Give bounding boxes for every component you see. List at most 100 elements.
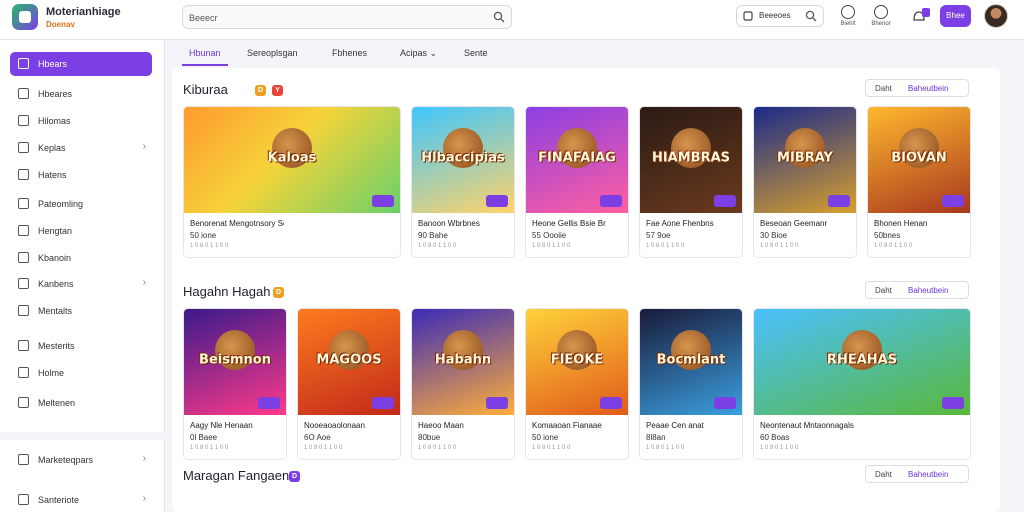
sidebar-item[interactable]: Pateomling (10, 192, 152, 216)
section-action-button[interactable]: Daht (875, 286, 892, 295)
section-action-button[interactable]: Daht (875, 470, 892, 479)
sidebar-item[interactable]: Kbanoin (10, 246, 152, 270)
sidebar-item-label: Meltenen (38, 398, 76, 408)
game-thumbnail[interactable]: FINAFAIAG (526, 107, 628, 213)
game-thumbnail[interactable]: RHEAHAS (754, 309, 970, 415)
sidebar-item[interactable]: Mesterits (10, 334, 152, 358)
game-card[interactable]: FIEOKE Komaaoan Fianaae 50 ione 1 0 8 0 1 1… (525, 308, 629, 460)
timer-button[interactable]: Biehlt (835, 5, 861, 35)
sidebar-item-label: Marketeqpars (38, 455, 94, 465)
game-card[interactable]: Beismnon Aagy Nle Henaan 0l Baee 1 0 8 0 1 … (183, 308, 287, 460)
search-icon[interactable] (493, 11, 505, 23)
bar-chart-icon (18, 340, 29, 351)
sidebar-item[interactable]: Kanbens › (10, 272, 152, 296)
game-thumbnail[interactable]: Beismnon (184, 309, 286, 415)
game-card[interactable]: Kaloas Benorenat Mengotnsory Soriiltte 50 … (183, 106, 401, 258)
sidebar-item[interactable]: Hbears (10, 52, 152, 76)
game-card[interactable]: MAGOOS Nooeaoaolonaan 6O Aoe 1 0 8 0 1 1 0 … (297, 308, 401, 460)
tab[interactable]: Hbunan (189, 48, 221, 58)
game-thumbnail[interactable]: FIEOKE (526, 309, 628, 415)
game-card[interactable]: Bocmlant Peaae Cen anat 8l8an 1 0 8 0 1 1 0… (639, 308, 743, 460)
bell-icon (874, 5, 888, 19)
game-card[interactable]: FINAFAIAG Heone Gellis Bsie Br 55 Oooiie 1 … (525, 106, 629, 258)
game-thumbnail[interactable]: BIOVAN (868, 107, 970, 213)
search-icon[interactable] (805, 10, 817, 22)
sidebar-item[interactable]: Keplas › (10, 136, 152, 160)
sidebar-bottom-item[interactable]: Santeriote › (10, 488, 152, 512)
sidebar-item-label: Mentalts (38, 306, 73, 316)
tab[interactable]: Sente (464, 48, 488, 58)
game-thumbnail[interactable]: Bocmlant (640, 309, 742, 415)
game-stats: 1 0 8 0 1 1 0 0 (760, 243, 799, 249)
game-art-title: Beismnon (199, 352, 271, 368)
game-thumbnail[interactable]: Habahn (412, 309, 514, 415)
bell-label: Bhenor (871, 21, 891, 27)
game-card[interactable]: Habahn Haeoo Maan 80bue 1 0 8 0 1 1 0 0 (411, 308, 515, 460)
tab[interactable]: Fbhenes (332, 48, 367, 58)
section-title: Kiburaa (183, 82, 228, 97)
game-thumbnail[interactable]: Kaloas (184, 107, 400, 213)
sidebar-item[interactable]: Hatens (10, 163, 152, 187)
game-thumbnail[interactable]: Hlbaccipias (412, 107, 514, 213)
section-view-all-link[interactable]: Baheutbein (908, 470, 948, 479)
chevron-right-icon: › (142, 453, 146, 464)
gear-icon (18, 198, 29, 209)
game-card[interactable]: RHEAHAS Neontenaut Mntaonnagals Gantaran … (753, 308, 971, 460)
game-card[interactable]: MIBRAY Beseoan Geemanr 30 Bioe 1 0 8 0 1 1 … (753, 106, 857, 258)
tab[interactable]: Sereoplsgan (247, 48, 298, 58)
game-stats: 1 0 8 0 1 1 0 0 (304, 445, 343, 451)
game-art-title: Hlbaccipias (421, 150, 505, 166)
avatar[interactable] (984, 4, 1008, 28)
chevron-right-icon: › (142, 277, 146, 288)
section-badge: Y (272, 85, 283, 96)
bell-button[interactable]: Bhenor (868, 5, 894, 35)
primary-button[interactable]: Bhee (940, 5, 971, 27)
game-thumbnail[interactable]: HIAMBRAS (640, 107, 742, 213)
game-card[interactable]: HIAMBRAS Fae Aone Fhenbns 57 9oe 1 0 8 0 1 … (639, 106, 743, 258)
app-subtitle: Doenav (46, 20, 75, 29)
game-meta: 8l8an (646, 433, 666, 442)
sidebar-item-label: Keplas (38, 143, 66, 153)
sidebar-item[interactable]: Meltenen (10, 391, 152, 415)
sidebar-item[interactable]: Holme (10, 361, 152, 385)
game-card[interactable]: Hlbaccipias Banoon Wbrbnes 90 Bahe 1 0 8 0 … (411, 106, 515, 258)
clock-icon (18, 225, 29, 236)
app-title: Moterianhiage (46, 6, 121, 18)
section-view-all-link[interactable]: Baheutbein (908, 84, 948, 93)
sidebar-item[interactable]: Hilomas (10, 109, 152, 133)
search-bar[interactable] (182, 5, 512, 29)
section-title: Hagahn Hagah (183, 284, 271, 299)
sidebar-item[interactable]: Mentalts (10, 299, 152, 323)
sidebar-item[interactable]: Hbeares (10, 82, 152, 106)
game-stats: 1 0 8 0 1 1 0 0 (646, 445, 685, 451)
game-tag-icon (600, 397, 622, 409)
game-name: Komaaoan Fianaae (532, 421, 602, 430)
app-logo-icon[interactable] (12, 4, 38, 30)
game-tag-icon (942, 397, 964, 409)
game-tag-icon (714, 397, 736, 409)
game-card[interactable]: BIOVAN Bhonen Henan 50bnes 1 0 8 0 1 1 0 0 (867, 106, 971, 258)
game-meta: 50 ione (190, 231, 217, 240)
search-input[interactable] (189, 10, 479, 25)
game-tag-icon (600, 195, 622, 207)
tab[interactable]: Acipas ⌄ (400, 48, 437, 59)
section-actions: Daht Baheutbein (865, 281, 969, 299)
secondary-search-label: Beeeoes (759, 11, 791, 20)
game-thumbnail[interactable]: MAGOOS (298, 309, 400, 415)
section-view-all-link[interactable]: Baheutbein (908, 286, 948, 295)
secondary-search[interactable]: Beeeoes (736, 5, 824, 27)
sidebar-item[interactable]: Hengtan (10, 219, 152, 243)
grid-icon (18, 142, 29, 153)
game-meta: 57 9oe (646, 231, 671, 240)
game-tag-icon (372, 195, 394, 207)
game-thumbnail[interactable]: MIBRAY (754, 107, 856, 213)
sidebar-item-label: Pateomling (38, 199, 84, 209)
section-actions: Daht Baheutbein (865, 465, 969, 483)
game-name: Haeoo Maan (418, 421, 464, 430)
section-action-button[interactable]: Daht (875, 84, 892, 93)
sidebar-bottom-item[interactable]: Marketeqpars › (10, 448, 152, 472)
game-tag-icon (372, 397, 394, 409)
active-tab-indicator (182, 64, 228, 66)
sidebar-item-label: Mesterits (38, 341, 75, 351)
notifications-icon[interactable] (912, 8, 930, 22)
